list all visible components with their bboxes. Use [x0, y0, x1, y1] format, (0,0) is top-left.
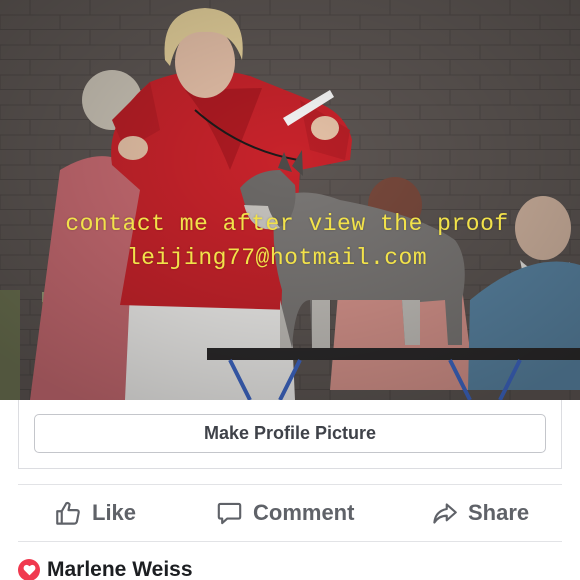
share-arrow-icon — [433, 502, 457, 524]
reaction-user-name[interactable]: Marlene Weiss — [47, 558, 193, 580]
comment-bubble-icon — [217, 502, 242, 524]
comment-button[interactable]: Comment — [216, 496, 354, 530]
post-screen: contact me after view the proof leijing7… — [0, 0, 580, 580]
watermark-contact-text: contact me after view the proof — [65, 211, 509, 237]
share-button[interactable]: Share — [431, 496, 529, 530]
post-photo[interactable]: contact me after view the proof leijing7… — [0, 0, 580, 400]
like-label: Like — [92, 500, 137, 525]
reaction-row[interactable]: Marlene Weiss — [18, 558, 193, 580]
make-profile-picture-button[interactable]: Make Profile Picture — [34, 414, 546, 453]
dog-show-illustration — [0, 0, 580, 400]
action-bar-top-divider — [18, 484, 562, 485]
watermark-email-text: leijing77@hotmail.com — [126, 245, 428, 271]
thumbs-up-icon — [56, 501, 80, 525]
comment-label: Comment — [253, 500, 355, 525]
heart-icon — [18, 559, 40, 580]
like-button[interactable]: Like — [55, 496, 136, 530]
heart-glyph — [23, 564, 35, 576]
share-label: Share — [468, 500, 530, 525]
action-bar-bottom-divider — [18, 541, 562, 542]
